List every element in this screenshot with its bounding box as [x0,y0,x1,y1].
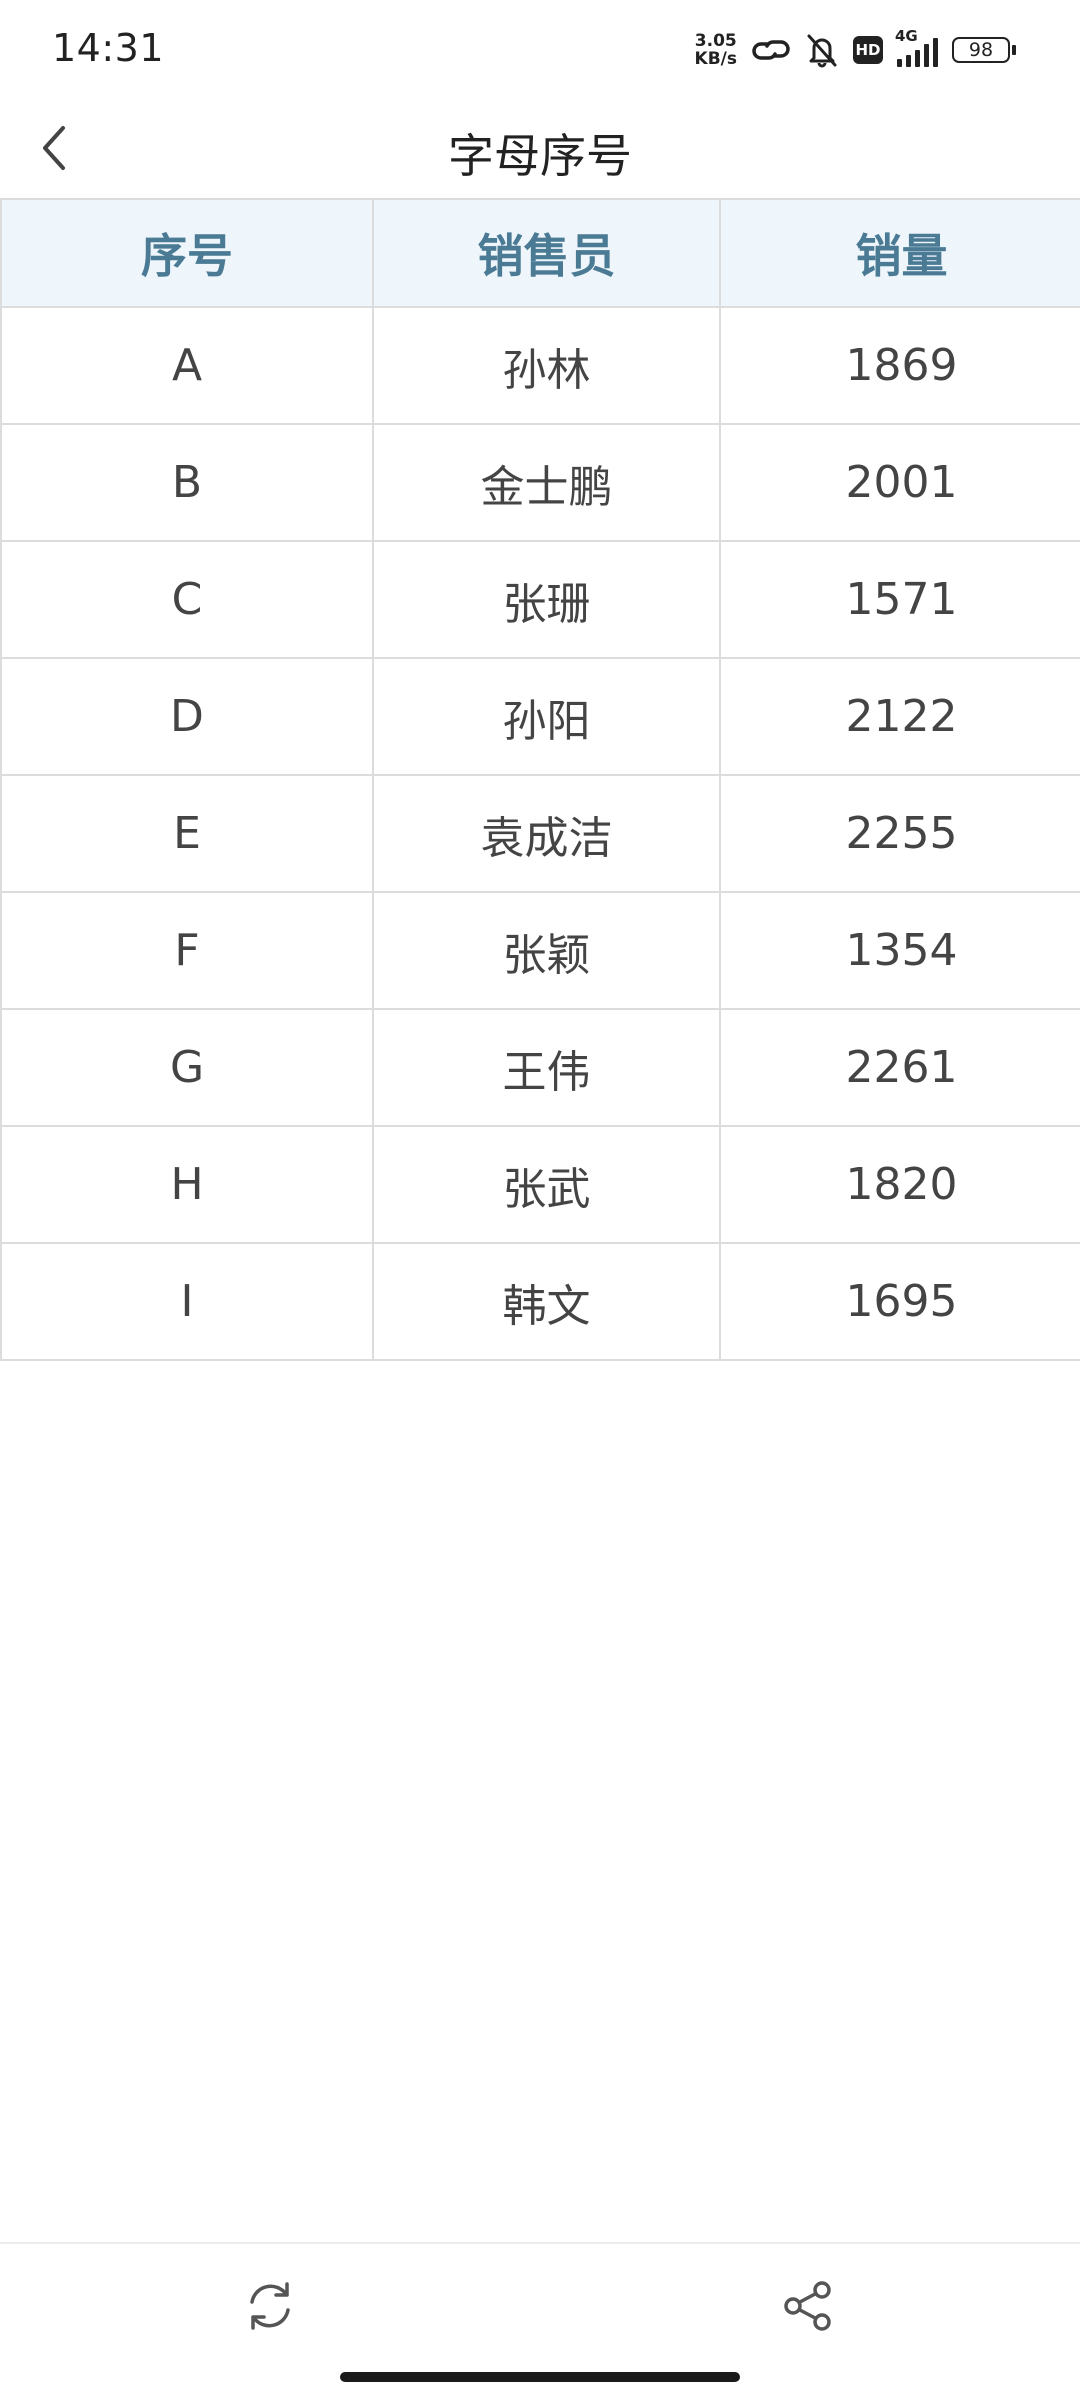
cell-index: F [0,891,374,1010]
data-table: 序号 销售员 销量 A 孙林 1869 B 金士鹏 2001 C 张珊 1571 D 孙阳 2122 E… [0,198,1080,1361]
column-header-sales[interactable]: 销量 [719,198,1080,308]
signal-bar [933,38,938,67]
cell-salesperson: 袁成洁 [372,774,721,893]
network-type: 4G [895,27,918,45]
share-icon [784,2281,831,2331]
signal-bar [897,59,902,67]
table-row[interactable]: H 张武 1820 [0,1125,1080,1244]
status-icons: 3.05 KB/s HD 4G 98 [695,26,1016,74]
cell-salesperson: 张颖 [372,891,721,1010]
data-table-container: 序号 销售员 销量 A 孙林 1869 B 金士鹏 2001 C 张珊 1571 D 孙阳 2122 E… [0,198,1080,1361]
signal-bar [915,50,920,67]
table-row[interactable]: I 韩文 1695 [0,1242,1080,1361]
table-row[interactable]: E 袁成洁 2255 [0,774,1080,893]
cell-index: E [0,774,374,893]
battery-level: 98 [952,37,1010,63]
cell-index: H [0,1125,374,1244]
screen: 14:31 3.05 KB/s HD 4G 98 字母序号 序号 销售员 销量 … [0,0,1080,2400]
cell-sales: 1571 [719,540,1080,659]
table-row[interactable]: C 张珊 1571 [0,540,1080,659]
column-header-index[interactable]: 序号 [0,198,374,308]
table-row[interactable]: D 孙阳 2122 [0,657,1080,776]
table-row[interactable]: A 孙林 1869 [0,306,1080,425]
network-speed: 3.05 KB/s [695,32,737,68]
cell-sales: 2261 [719,1008,1080,1127]
network-speed-value: 3.05 [694,31,737,51]
cell-salesperson: 韩文 [372,1242,721,1361]
home-indicator[interactable] [340,2372,740,2382]
cell-sales: 1354 [719,891,1080,1010]
cell-sales: 1695 [719,1242,1080,1361]
table-row[interactable]: B 金士鹏 2001 [0,423,1080,542]
cell-index: I [0,1242,374,1361]
cell-salesperson: 张武 [372,1125,721,1244]
refresh-icon [250,2282,290,2330]
column-header-salesperson[interactable]: 销售员 [372,198,721,308]
cell-salesperson: 王伟 [372,1008,721,1127]
signal-icon: 4G [895,27,938,67]
cell-index: A [0,306,374,425]
status-bar: 14:31 3.05 KB/s HD 4G 98 [0,0,1080,100]
cell-index: B [0,423,374,542]
cell-sales: 2255 [719,774,1080,893]
table-header-row: 序号 销售员 销量 [0,198,1080,308]
link-icon [751,34,791,66]
hd-icon: HD [853,36,883,64]
table-row[interactable]: F 张颖 1354 [0,891,1080,1010]
share-button[interactable] [776,2274,840,2338]
bell-off-icon [805,32,839,68]
battery-cap [1012,45,1016,55]
page-title: 字母序号 [448,129,632,183]
table-body: A 孙林 1869 B 金士鹏 2001 C 张珊 1571 D 孙阳 2122 E 袁成洁 2255 F 张颖… [0,306,1080,1361]
battery-icon: 98 [952,37,1016,63]
refresh-button[interactable] [238,2274,302,2338]
signal-bar [924,44,929,67]
cell-index: G [0,1008,374,1127]
cell-sales: 2122 [719,657,1080,776]
cell-index: D [0,657,374,776]
network-speed-unit: KB/s [694,49,737,69]
cell-salesperson: 孙阳 [372,657,721,776]
cell-sales: 1869 [719,306,1080,425]
cell-salesperson: 张珊 [372,540,721,659]
app-header: 字母序号 [0,100,1080,198]
cell-salesperson: 金士鹏 [372,423,721,542]
cell-sales: 2001 [719,423,1080,542]
cell-salesperson: 孙林 [372,306,721,425]
status-time: 14:31 [52,26,165,70]
table-row[interactable]: G 王伟 2261 [0,1008,1080,1127]
signal-bar [906,55,911,67]
cell-sales: 1820 [719,1125,1080,1244]
cell-index: C [0,540,374,659]
